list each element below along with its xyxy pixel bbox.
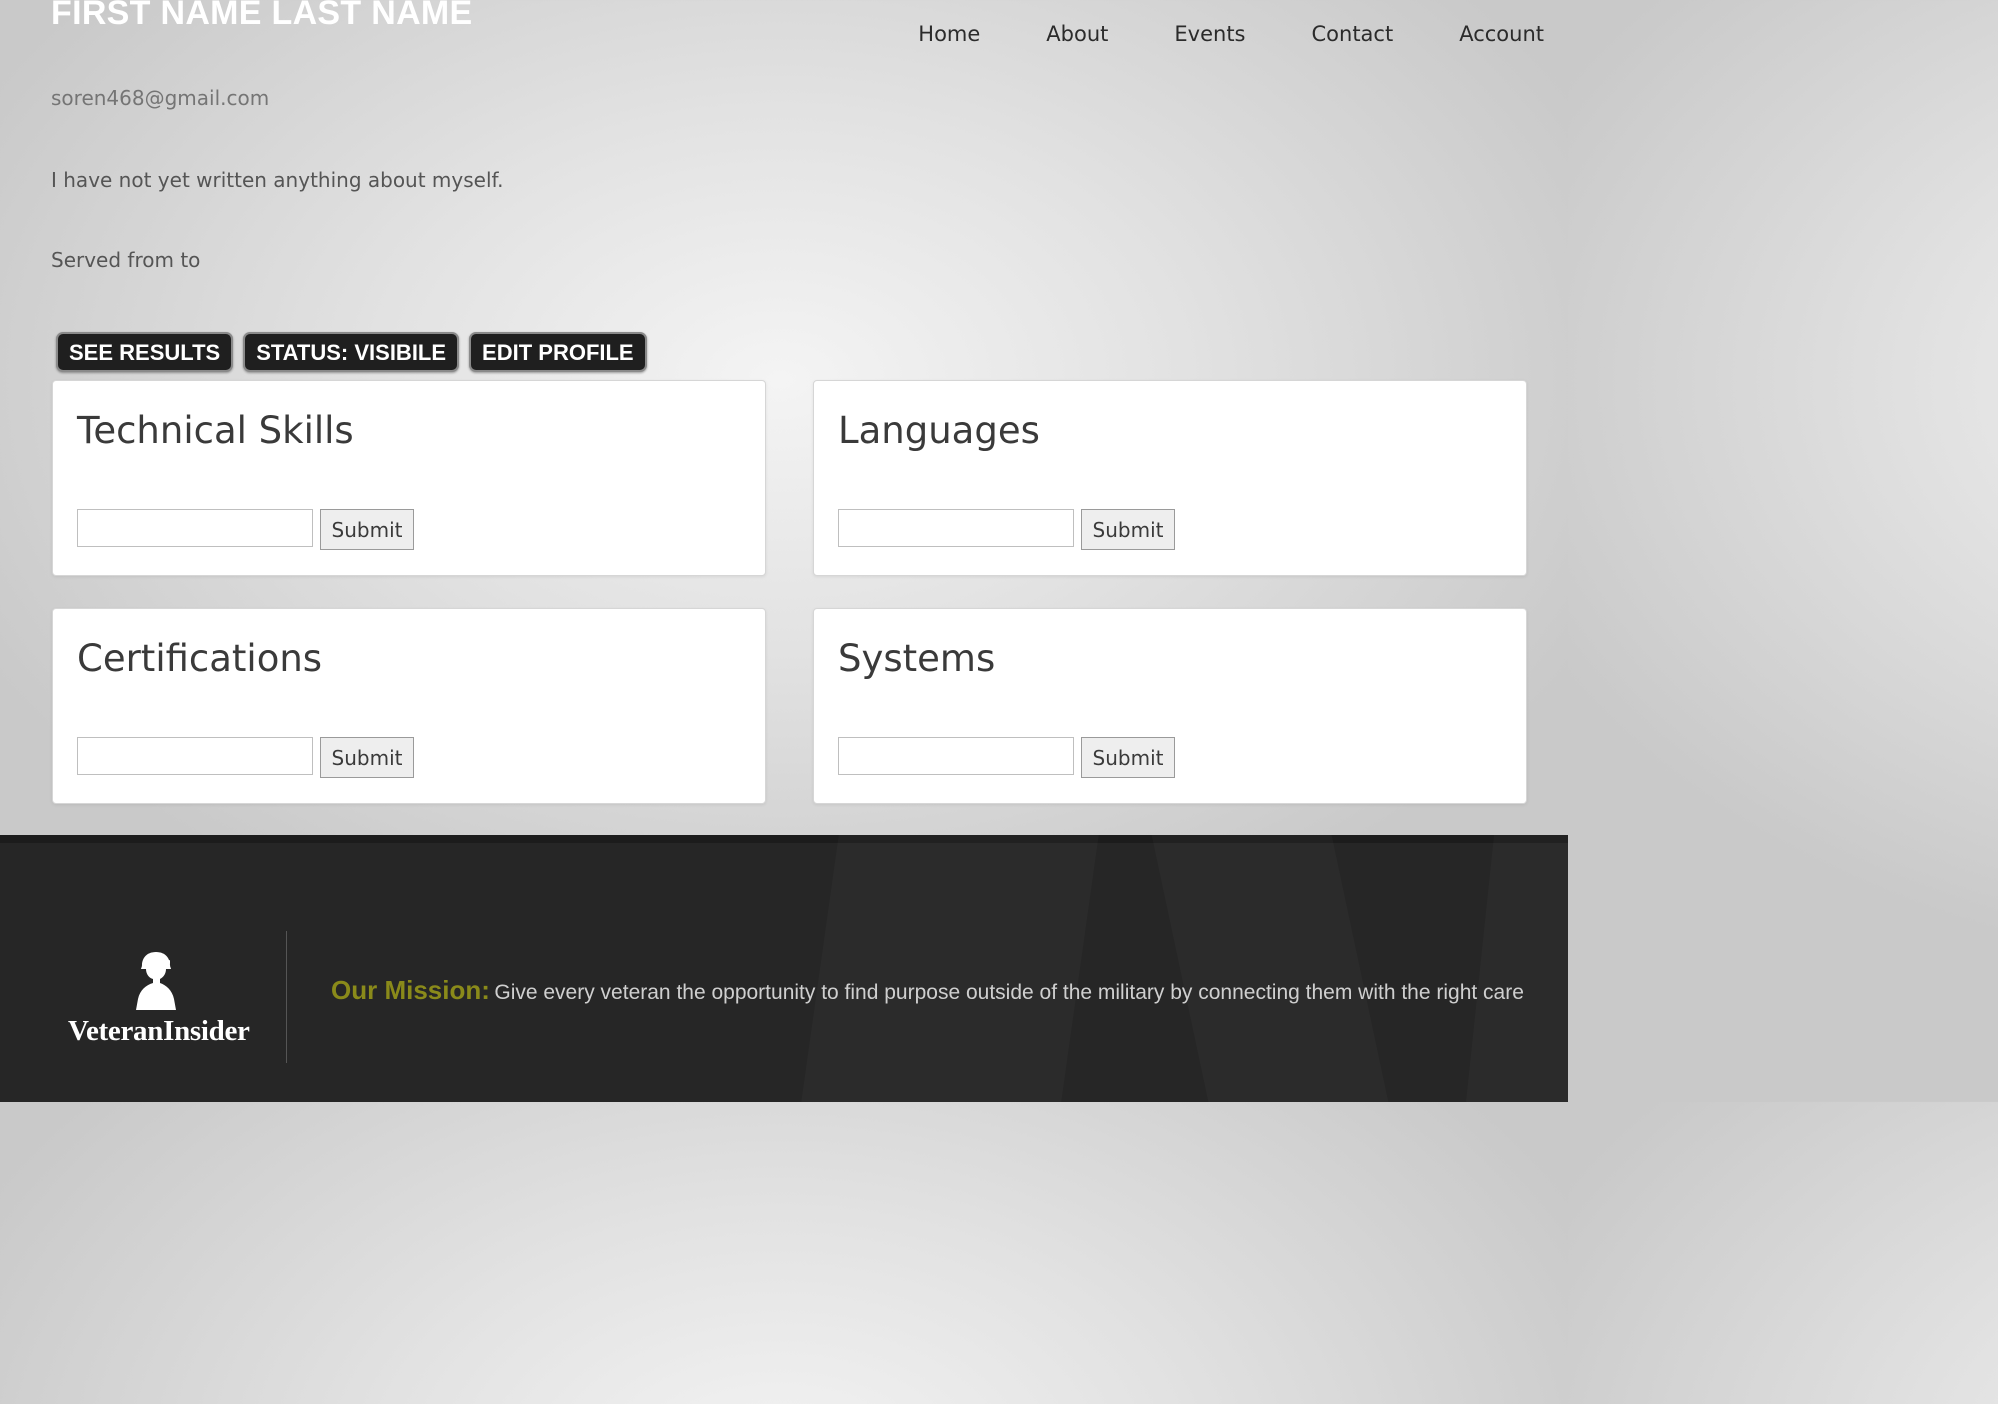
profile-name: FIRST NAME LAST NAME [51,0,473,32]
profile-email: soren468@gmail.com [51,86,270,110]
certifications-card: Certifications Submit [52,608,766,804]
languages-card: Languages Submit [813,380,1527,576]
card-title: Technical Skills [77,409,354,452]
certifications-input[interactable] [77,737,313,775]
nav-events[interactable]: Events [1174,22,1245,46]
systems-submit-button[interactable]: Submit [1081,737,1175,778]
nav-account[interactable]: Account [1459,22,1544,46]
nav-home[interactable]: Home [918,22,980,46]
profile-service-dates: Served from to [51,248,201,272]
mission-label: Our Mission: [331,975,490,1005]
logo-text: VeteranInsider [68,1015,250,1047]
systems-card: Systems Submit [813,608,1527,804]
status-toggle-button[interactable]: STATUS: VISIBILE [243,332,460,372]
footer-divider [286,931,287,1063]
profile-about: I have not yet written anything about my… [51,168,504,192]
main-nav: Home About Events Contact Account [852,22,1544,46]
card-title: Systems [838,637,996,680]
footer-background-streak [1466,835,1568,1102]
profile-actions: SEE RESULTS STATUS: VISIBILE EDIT PROFIL… [56,332,657,372]
card-title: Languages [838,409,1040,452]
languages-input[interactable] [838,509,1074,547]
see-results-button[interactable]: SEE RESULTS [56,332,234,372]
nav-contact[interactable]: Contact [1312,22,1394,46]
mission-statement: Our Mission: Give every veteran the oppo… [331,975,1524,1006]
nav-about[interactable]: About [1046,22,1108,46]
technical-skills-input[interactable] [77,509,313,547]
site-footer: VeteranInsider Our Mission: Give every v… [0,835,1568,1102]
technical-skills-submit-button[interactable]: Submit [320,509,414,550]
systems-input[interactable] [838,737,1074,775]
veteraninsider-logo[interactable]: VeteranInsider [68,950,250,1048]
languages-submit-button[interactable]: Submit [1081,509,1175,550]
footer-background-streak [1152,835,1389,1102]
mission-text: Give every veteran the opportunity to fi… [494,981,1524,1004]
card-title: Certifications [77,637,323,680]
soldier-silhouette-icon [136,952,176,1010]
edit-profile-button[interactable]: EDIT PROFILE [469,332,647,372]
footer-background-streak [801,835,1099,1102]
technical-skills-card: Technical Skills Submit [52,380,766,576]
certifications-submit-button[interactable]: Submit [320,737,414,778]
